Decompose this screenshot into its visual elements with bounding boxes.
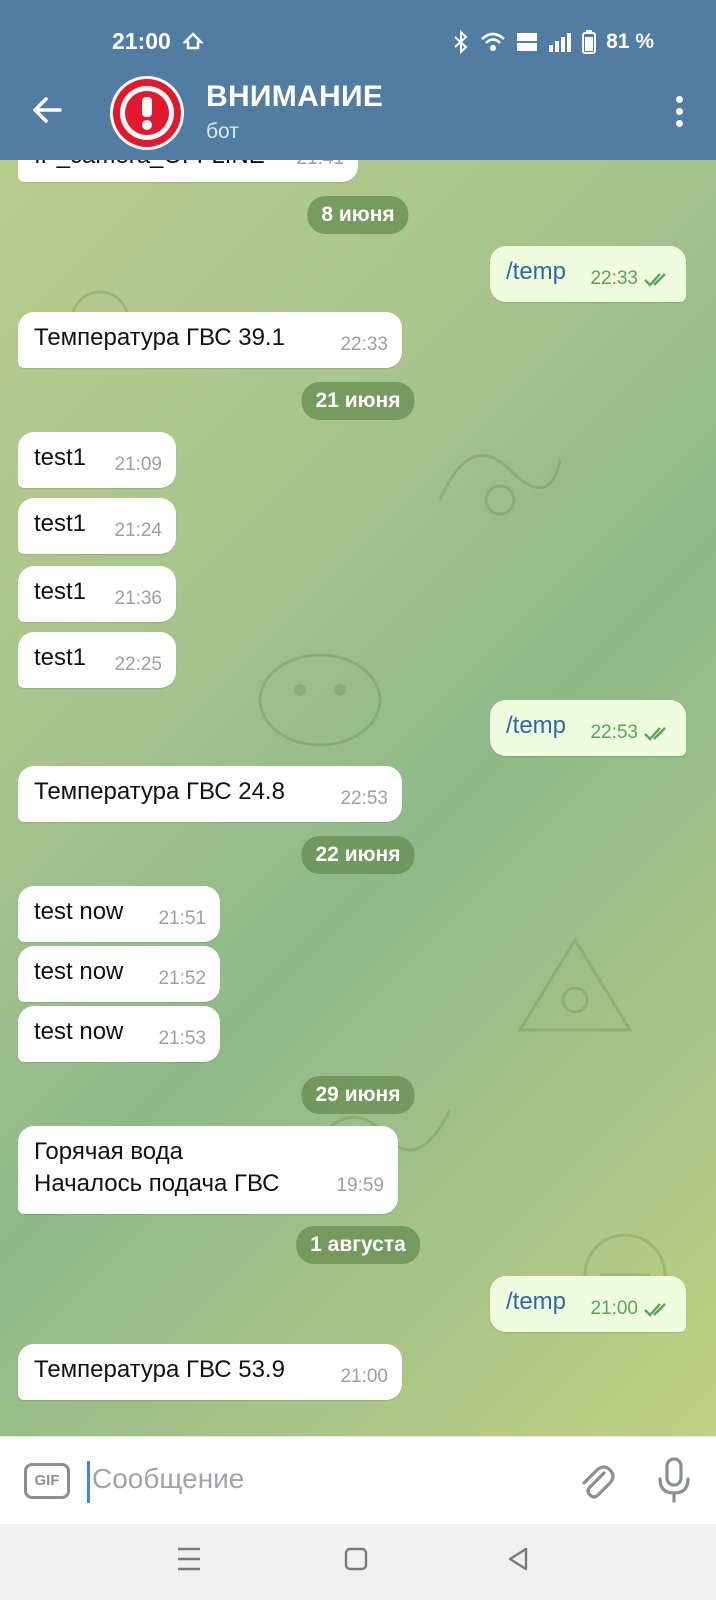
- message-text-line1: Горячая вода: [34, 1138, 183, 1165]
- wifi-icon: [480, 31, 506, 53]
- gif-button[interactable]: GIF: [24, 1463, 70, 1499]
- message-bubble[interactable]: Температура ГВС 39.1 22:33: [18, 312, 402, 368]
- double-check-icon: [644, 273, 666, 287]
- message-time: 22:33: [340, 334, 388, 355]
- date-separator: 22 июня: [301, 836, 415, 874]
- message-text: Температура ГВС 24.8: [34, 778, 285, 805]
- date-separator: 29 июня: [301, 1076, 415, 1114]
- message-bubble-outgoing[interactable]: /temp 21:00: [490, 1276, 686, 1332]
- message-composer: GIF Сообщение: [0, 1436, 716, 1524]
- message-bubble[interactable]: test1 22:25: [18, 632, 176, 688]
- battery-icon: [582, 30, 597, 54]
- recent-apps-icon[interactable]: [176, 1544, 202, 1574]
- message-time: 21:00: [340, 1366, 388, 1387]
- text-cursor: [87, 1461, 90, 1503]
- signal-icon: [548, 31, 572, 53]
- message-bubble[interactable]: IP_camera_OFFLINE 21:41: [18, 160, 358, 182]
- bluetooth-icon: [452, 30, 470, 54]
- double-check-icon: [644, 727, 666, 741]
- message-text: test1: [34, 578, 87, 605]
- message-time: 21:36: [114, 588, 162, 609]
- message-bubble[interactable]: Температура ГВС 24.8 22:53: [18, 766, 402, 822]
- notification-icon: [182, 30, 204, 57]
- message-time: 22:33: [590, 268, 638, 289]
- message-time: 22:53: [590, 722, 638, 743]
- wallpaper-doodle: [517, 937, 633, 1032]
- message-text: Температура ГВС 53.9: [34, 1356, 285, 1383]
- chat-subtitle: бот: [206, 120, 239, 143]
- date-separator: 1 августа: [296, 1226, 420, 1264]
- date-separator: 8 июня: [307, 196, 409, 234]
- message-text: /temp: [506, 1288, 567, 1315]
- status-bar: 21:00 81 %: [0, 28, 716, 58]
- message-input[interactable]: Сообщение: [92, 1463, 244, 1495]
- chat-header: 21:00 81 % ВНИМАНИЕ бот: [0, 0, 716, 160]
- message-text: Температура ГВС 39.1: [34, 324, 285, 351]
- message-time: 21:09: [114, 454, 162, 475]
- message-bubble-outgoing[interactable]: /temp 22:33: [490, 246, 686, 302]
- message-time: 21:24: [114, 520, 162, 541]
- message-time: 22:25: [114, 654, 162, 675]
- message-bubble[interactable]: test1 21:09: [18, 432, 176, 488]
- message-bubble[interactable]: test1 21:36: [18, 566, 176, 622]
- wallpaper-doodle: [258, 653, 382, 747]
- battery-percent: 81 %: [606, 30, 654, 53]
- date-separator: 21 июня: [301, 382, 415, 420]
- message-text: test now: [34, 898, 124, 925]
- system-navigation-bar: [0, 1524, 716, 1600]
- message-text: test now: [34, 958, 124, 985]
- message-bubble[interactable]: Горячая вода Началось подача ГВС 19:59: [18, 1126, 398, 1214]
- message-bubble-outgoing[interactable]: /temp 22:53: [490, 700, 686, 756]
- message-bubble[interactable]: test now 21:53: [18, 1006, 220, 1062]
- status-time: 21:00: [112, 28, 171, 54]
- message-time: 22:53: [340, 788, 388, 809]
- microphone-icon[interactable]: [656, 1457, 692, 1505]
- message-text: IP_camera_OFFLINE: [34, 160, 265, 170]
- message-bubble[interactable]: test now 21:52: [18, 946, 220, 1002]
- wallpaper-doodle: [438, 453, 562, 516]
- chat-title[interactable]: ВНИМАНИЕ: [206, 80, 383, 114]
- message-time: 21:52: [158, 968, 206, 989]
- message-text: test1: [34, 644, 87, 671]
- message-time: 21:41: [296, 160, 344, 170]
- message-text-line2: Началось подача ГВС: [34, 1170, 280, 1197]
- message-bubble[interactable]: Температура ГВС 53.9 21:00: [18, 1344, 402, 1400]
- more-options-icon[interactable]: [674, 96, 684, 130]
- message-text: /temp: [506, 712, 567, 739]
- home-icon[interactable]: [344, 1544, 368, 1574]
- volte-icon: [516, 30, 538, 54]
- back-arrow-icon[interactable]: [30, 92, 66, 128]
- message-text: test1: [34, 510, 87, 537]
- message-time: 19:59: [336, 1175, 384, 1196]
- message-text: /temp: [506, 258, 567, 285]
- message-time: 21:53: [158, 1028, 206, 1049]
- message-text: test1: [34, 444, 87, 471]
- message-bubble[interactable]: test1 21:24: [18, 498, 176, 554]
- back-icon[interactable]: [506, 1544, 530, 1574]
- message-text: test now: [34, 1018, 124, 1045]
- chat-area[interactable]: IP_camera_OFFLINE 21:41 8 июня /temp 22:…: [0, 160, 716, 1436]
- exclamation-icon: [113, 79, 181, 147]
- message-time: 21:00: [590, 1298, 638, 1319]
- double-check-icon: [644, 1303, 666, 1317]
- message-time: 21:51: [158, 908, 206, 929]
- paperclip-icon[interactable]: [574, 1459, 618, 1503]
- message-bubble[interactable]: test now 21:51: [18, 886, 220, 942]
- avatar[interactable]: [110, 76, 184, 150]
